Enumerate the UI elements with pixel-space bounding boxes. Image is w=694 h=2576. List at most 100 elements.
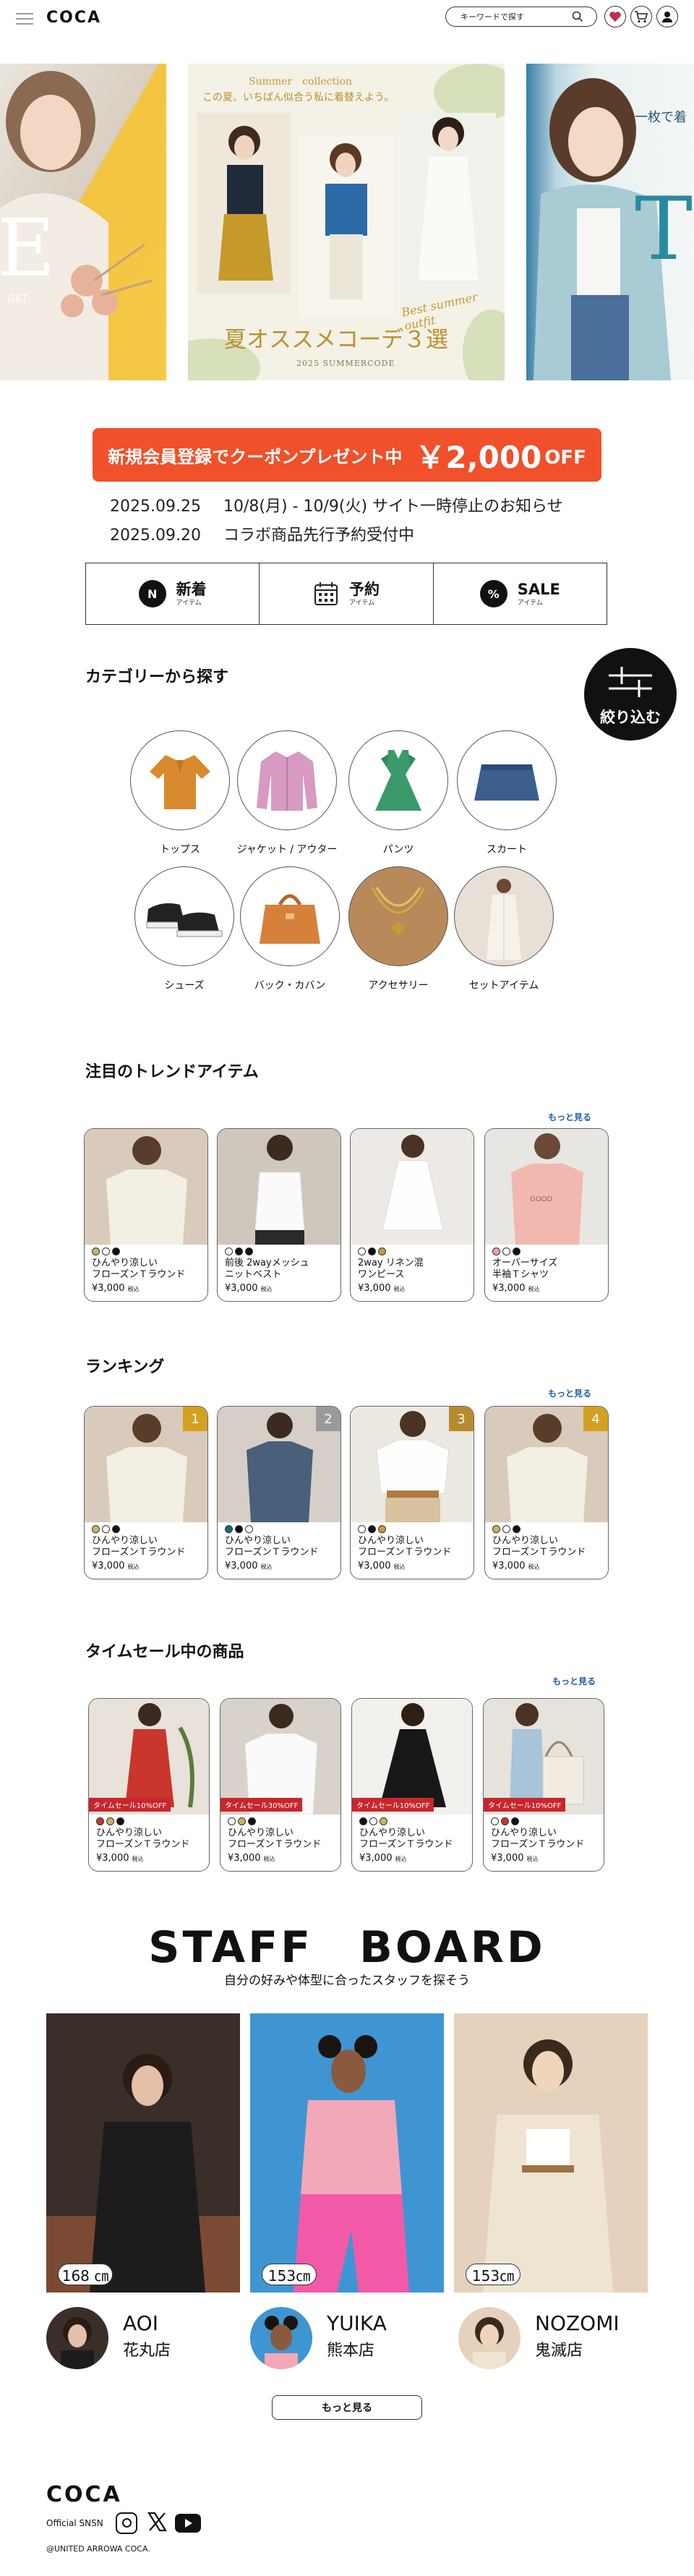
search-icon[interactable]	[572, 11, 583, 22]
news-item[interactable]: 2025.09.25 10/8(月) - 10/9(火) サイト一時停止のお知ら…	[110, 493, 563, 516]
instagram-icon[interactable]	[116, 2512, 137, 2534]
category-item[interactable]: パンツ	[347, 730, 450, 856]
staff-avatar[interactable]	[458, 2307, 520, 2369]
product-image: 1	[85, 1407, 207, 1522]
news-item[interactable]: 2025.09.20 コラボ商品先行予約受付中	[110, 522, 414, 545]
product-name: ひんやり涼しい フローズンＴラウンド	[92, 1258, 186, 1280]
category-item[interactable]: アクセサリー	[347, 866, 450, 992]
product-name: ひんやり涼しい フローズンＴラウンド	[491, 1827, 585, 1850]
product-card[interactable]: ひんやり涼しい フローズンＴラウンド ¥3,000 税込	[84, 1128, 208, 1302]
banner-summer[interactable]: Summer collection この夏、いちばん似合う私に着替えよう。 Be…	[188, 64, 505, 380]
product-card[interactable]: タイムセール10%OFF ひんやり涼しい フローズンＴラウンド ¥3,000 税込	[351, 1698, 473, 1872]
product-price: ¥3,000 税込	[92, 1561, 140, 1571]
product-card[interactable]: タイムセール30%OFF ひんやり涼しい フローズンＴラウンド ¥3,000 税込	[220, 1698, 341, 1872]
product-image: タイムセール10%OFF	[89, 1699, 209, 1814]
category-label: パンツ	[382, 844, 414, 856]
product-card[interactable]: GOOD オーバーサイズ 半袖Ｔシャツ ¥3,000 税込	[484, 1128, 609, 1302]
coupon-banner[interactable]: 新規会員登録でクーポンプレゼント中 ￥2,000 OFF	[93, 428, 601, 482]
category-item[interactable]: バック・カバン	[239, 866, 341, 992]
product-price: ¥3,000 税込	[225, 1283, 273, 1294]
color-swatches	[92, 1248, 120, 1255]
product-price: ¥3,000 税込	[225, 1561, 273, 1571]
category-image	[240, 866, 340, 966]
footer-logo[interactable]: COCA	[46, 2482, 122, 2507]
product-card[interactable]: タイムセール10%OFF ひんやり涼しい フローズンＴラウンド ¥3,000 税込	[88, 1698, 210, 1872]
filter-button[interactable]: 絞り込む	[584, 648, 677, 741]
color-swatches	[225, 1525, 253, 1533]
quicknav-sale[interactable]: % SALE アイテム	[434, 563, 607, 624]
category-item[interactable]: セットアイテム	[453, 866, 555, 992]
staff-avatar[interactable]	[250, 2307, 312, 2369]
x-icon[interactable]	[146, 2511, 168, 2533]
product-image: 4	[485, 1407, 608, 1522]
staff-card[interactable]: 168 ㎝	[46, 2013, 240, 2293]
search-box[interactable]	[445, 7, 597, 27]
rank-badge: 1	[183, 1407, 207, 1431]
staff-board-subtitle: 自分の好みや体型に合ったスタッフを探そう	[224, 1974, 470, 1988]
cart-icon	[635, 11, 648, 23]
category-item[interactable]: ジャケット / アウター	[236, 730, 338, 856]
product-price: ¥3,000 税込	[228, 1853, 275, 1864]
quick-nav: N 新着 アイテム 予約 アイテム % SALE アイテム	[85, 563, 607, 625]
banner-left[interactable]: E GET	[0, 64, 166, 380]
staff-more-button[interactable]: もっと見る	[272, 2395, 422, 2420]
color-swatches	[96, 1817, 124, 1825]
rank-badge: 4	[583, 1407, 608, 1431]
favorite-button[interactable]	[604, 6, 626, 27]
category-label: バック・カバン	[254, 980, 326, 991]
trend-title: 注目のトレンドアイテム	[85, 1063, 259, 1081]
staff-avatar[interactable]	[46, 2307, 108, 2369]
quicknav-title: 新着	[176, 580, 207, 598]
product-price: ¥3,000 税込	[359, 1853, 407, 1864]
category-image	[348, 730, 448, 830]
product-name: 前後 2wayメッシュ ニットベスト	[225, 1258, 309, 1280]
color-swatches	[491, 1817, 519, 1825]
product-image	[85, 1129, 207, 1245]
product-image: 2	[218, 1407, 340, 1522]
category-label: ジャケット / アウター	[236, 844, 338, 856]
site-logo[interactable]: COCA	[46, 9, 101, 27]
sale-tag: タイムセール10%OFF	[89, 1798, 171, 1812]
product-card[interactable]: 2way リネン混 ワンピース ¥3,000 税込	[350, 1128, 474, 1302]
staff-card[interactable]: 153㎝	[250, 2013, 444, 2293]
banner-right[interactable]: 一枚で着 T	[526, 64, 694, 380]
ranking-title: ランキング	[85, 1358, 165, 1376]
category-item[interactable]: シューズ	[133, 866, 236, 992]
footer-sns-label: Official SNSN	[46, 2518, 103, 2528]
quicknav-reserve[interactable]: 予約 アイテム	[260, 563, 434, 624]
color-swatches	[228, 1817, 256, 1825]
staff-shop: 熊本店	[327, 2342, 375, 2360]
news-date: 2025.09.25	[110, 498, 201, 516]
calendar-icon	[314, 582, 338, 605]
product-card[interactable]: 4 ひんやり涼しい フローズンＴラウンド ¥3,000 税込	[484, 1406, 609, 1579]
menu-icon[interactable]	[16, 9, 33, 25]
ranking-more-link[interactable]: もっと見る	[548, 1387, 591, 1399]
staff-card[interactable]: 153㎝	[454, 2013, 648, 2293]
banner-summer-label: Summer collection	[249, 76, 353, 88]
search-input[interactable]	[446, 12, 572, 22]
news-text: 10/8(月) - 10/9(火) サイト一時停止のお知らせ	[223, 498, 563, 516]
product-card[interactable]: 前後 2wayメッシュ ニットベスト ¥3,000 税込	[217, 1128, 341, 1302]
quicknav-sub: アイテム	[176, 599, 202, 607]
category-image	[348, 866, 448, 966]
product-card[interactable]: 2 ひんやり涼しい フローズンＴラウンド ¥3,000 税込	[217, 1406, 341, 1579]
trend-more-link[interactable]: もっと見る	[548, 1111, 591, 1123]
news-date: 2025.09.20	[110, 526, 201, 545]
product-name: オーバーサイズ 半袖Ｔシャツ	[492, 1258, 558, 1280]
quicknav-new[interactable]: N 新着 アイテム	[86, 563, 260, 624]
cart-button[interactable]	[630, 6, 652, 27]
category-item[interactable]: スカート	[455, 730, 558, 856]
heart-icon	[609, 12, 621, 22]
coupon-text: 新規会員登録でクーポンプレゼント中	[108, 446, 403, 467]
timesale-more-link[interactable]: もっと見る	[552, 1675, 596, 1687]
youtube-icon[interactable]	[175, 2514, 201, 2533]
product-card[interactable]: 1 ひんやり涼しい フローズンＴラウンド ¥3,000 税込	[84, 1406, 208, 1579]
account-button[interactable]	[656, 6, 678, 27]
product-card[interactable]: 3 ひんやり涼しい フローズンＴラウンド ¥3,000 税込	[350, 1406, 474, 1579]
coupon-off: OFF	[544, 447, 586, 469]
color-swatches	[358, 1525, 386, 1533]
product-card[interactable]: タイムセール10%OFF ひんやり涼しい フローズンＴラウンド ¥3,000 税込	[483, 1698, 604, 1872]
staff-board-title: STAFF BOARD	[148, 1922, 546, 1973]
staff-photo	[250, 2013, 444, 2293]
category-item[interactable]: トップス	[129, 730, 231, 856]
